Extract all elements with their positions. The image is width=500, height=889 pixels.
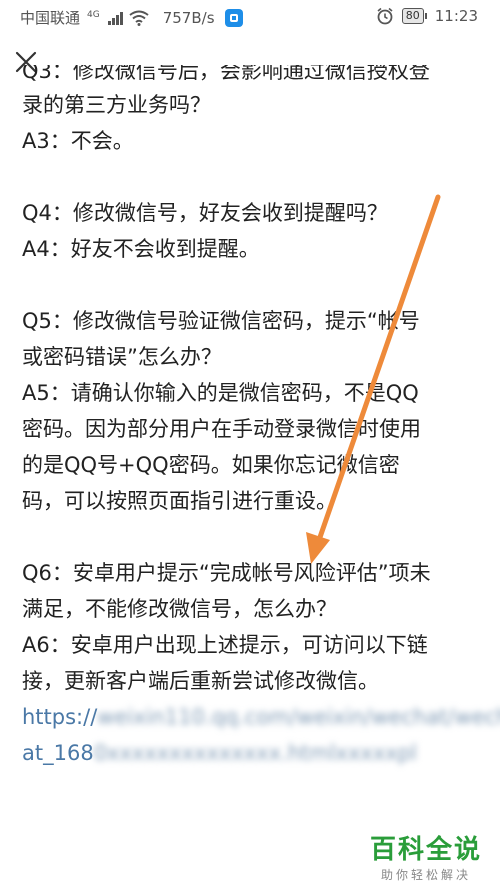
- network-speed: 757B/s: [162, 8, 215, 27]
- answer-a4: A4：好友不会收到提醒。: [22, 237, 260, 261]
- qa-block-q4: Q4：修改微信号，好友会收到提醒吗？ A4：好友不会收到提醒。: [22, 195, 492, 267]
- carrier-label: 中国联通: [20, 9, 81, 27]
- question-q6-line1: Q6：安卓用户提示“完成帐号风险评估”项未: [22, 561, 431, 585]
- answer-a6-line2: 接，更新客户端后重新尝试修改微信。: [22, 669, 379, 693]
- question-q6-line2: 满足，不能修改微信号，怎么办？: [22, 597, 337, 621]
- answer-a5-line3: 的是QQ号+QQ密码。如果你忘记微信密: [22, 453, 400, 477]
- app-notification-icon: [224, 8, 243, 27]
- answer-a5-line4: 码，可以按照页面指引进行重设。: [22, 489, 337, 513]
- answer-a6-line1: A6：安卓用户出现上述提示，可访问以下链: [22, 633, 428, 657]
- alarm-icon: [377, 7, 393, 25]
- watermark-subtitle: 助你轻松解决: [380, 868, 471, 882]
- qa-block-q6: Q6：安卓用户提示“完成帐号风险评估”项未 满足，不能修改微信号，怎么办？ A6…: [22, 555, 500, 771]
- question-q4: Q4：修改微信号，好友会收到提醒吗？: [22, 201, 388, 225]
- link-blurred-1[interactable]: weixin110.qq.com/weixin/wechat/: [97, 705, 454, 729]
- help-link-line1[interactable]: https://weixin110.qq.com/weixin/wechat/w…: [22, 699, 500, 735]
- status-bar: 中国联通 4G 757B/s 80 11:23: [0, 0, 500, 34]
- network-gen: 4G: [87, 9, 100, 20]
- answer-a3: A3：不会。: [22, 129, 134, 153]
- watermark: 百科全说 助你轻松解决: [370, 834, 482, 883]
- battery-level: 80: [401, 8, 424, 24]
- qa-block-q3: Q3：修改微信号后，会影响通过微信授权登 录的第三方业务吗？ A3：不会。: [22, 65, 492, 159]
- link-line2-prefix[interactable]: at_168: [22, 741, 94, 765]
- watermark-title: 百科全说: [369, 835, 482, 865]
- article-body: Q3：修改微信号后，会影响通过微信授权登 录的第三方业务吗？ A3：不会。 Q4…: [22, 65, 500, 807]
- question-q3-end: 录的第三方业务吗？: [22, 93, 211, 117]
- network-type: 4G: [86, 9, 100, 27]
- answer-a5-line1: A5：请确认你输入的是微信密码，不是QQ: [22, 381, 419, 405]
- link-blurred-2[interactable]: wech: [455, 705, 500, 729]
- answer-a5-line2: 密码。因为部分用户在手动登录微信时使用: [22, 417, 421, 441]
- question-q3: Q3：修改微信号后，会影响通过微信授权登: [22, 65, 430, 83]
- qa-block-q5: Q5：修改微信号验证微信密码，提示“帐号 或密码错误”怎么办？ A5：请确认你输…: [22, 303, 492, 519]
- link-prefix[interactable]: https://: [22, 705, 97, 729]
- clock: 11:23: [434, 7, 478, 25]
- signal-icon: [107, 11, 123, 25]
- wifi-icon: [129, 10, 149, 26]
- question-q5-line2: 或密码错误”怎么办？: [22, 345, 222, 369]
- status-left: 中国联通 4G 757B/s: [20, 7, 243, 28]
- link-blurred-3[interactable]: 0xxxxxxxxxxxxxx.htmlxxxxxpl: [94, 741, 417, 765]
- help-link-line2[interactable]: at_1680xxxxxxxxxxxxxx.htmlxxxxxpl: [22, 735, 492, 771]
- status-right: 80 11:23: [376, 7, 478, 25]
- battery-icon: 80: [401, 8, 427, 24]
- question-q5-line1: Q5：修改微信号验证微信密码，提示“帐号: [22, 309, 420, 333]
